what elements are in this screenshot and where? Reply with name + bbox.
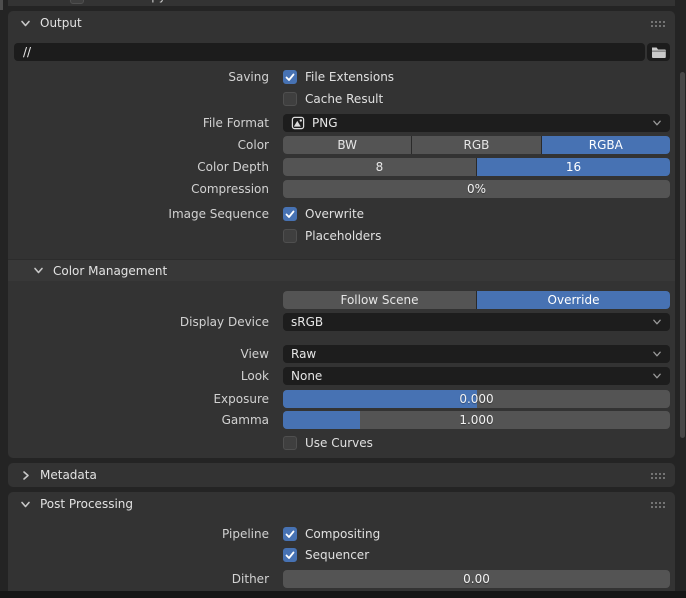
color-bw-button[interactable]: BW (283, 136, 412, 154)
view-dropdown[interactable]: Raw (283, 345, 670, 363)
overwrite-label: Overwrite (305, 206, 365, 221)
compression-value: 0% (466, 182, 487, 196)
clipped-left-widget (0, 0, 3, 10)
file-format-label: File Format (202, 116, 269, 130)
color-management-mode-segmented: Follow Scene Override (283, 291, 670, 309)
color-depth-segmented: 8 16 (283, 158, 670, 176)
panel-grip-handle[interactable] (650, 20, 665, 27)
view-label: View (240, 347, 269, 361)
override-button[interactable]: Override (477, 291, 670, 309)
image-sequence-label: Image Sequence (168, 206, 269, 221)
file-format-dropdown[interactable]: PNG (283, 114, 670, 132)
image-icon (291, 116, 305, 130)
metadata-panel-title: Metadata (40, 468, 97, 482)
placeholders-checkbox[interactable] (283, 228, 297, 243)
exposure-label: Exposure (213, 392, 269, 406)
file-extensions-label: File Extensions (305, 69, 395, 84)
display-device-value: sRGB (291, 315, 324, 329)
output-path-value: // (23, 45, 32, 59)
folder-icon (652, 47, 666, 58)
cache-result-checkbox[interactable] (283, 91, 297, 106)
chevron-right-icon (23, 470, 29, 480)
color-management-title: Color Management (53, 263, 168, 278)
scrollbar[interactable] (679, 0, 685, 591)
metadata-panel-header[interactable]: Metadata (8, 463, 675, 487)
editor-bottom-border (0, 591, 686, 598)
chevron-down-icon (653, 373, 661, 379)
exposure-slider[interactable]: 0.000 (283, 390, 670, 408)
sequencer-label: Sequencer (305, 547, 370, 562)
compression-label: Compression (191, 182, 269, 196)
color-depth-label: Color Depth (197, 160, 269, 174)
output-panel-header[interactable]: Output (8, 11, 675, 35)
color-label: Color (237, 138, 269, 152)
view-value: Raw (291, 347, 317, 361)
display-device-label: Display Device (179, 315, 269, 329)
exposure-value: 0.000 (459, 392, 494, 406)
use-curves-checkbox[interactable] (283, 435, 297, 450)
look-dropdown[interactable]: None (283, 367, 670, 385)
saving-label: Saving (228, 69, 269, 84)
scrollbar-thumb[interactable] (680, 72, 685, 438)
use-curves-label: Use Curves (305, 435, 373, 450)
color-rgb-button[interactable]: RGB (412, 136, 541, 154)
compositing-checkbox[interactable] (283, 526, 297, 541)
pipeline-label: Pipeline (222, 526, 269, 541)
panel-grip-handle[interactable] (650, 472, 665, 479)
chevron-down-icon (653, 120, 661, 126)
panel-grip-handle[interactable] (650, 501, 665, 508)
chevron-down-icon (34, 267, 43, 274)
follow-scene-button[interactable]: Follow Scene (283, 291, 476, 309)
color-depth-16-button[interactable]: 16 (477, 158, 670, 176)
overwrite-checkbox[interactable] (283, 206, 297, 221)
post-processing-panel-title: Post Processing (40, 497, 133, 511)
chevron-down-icon (653, 351, 661, 357)
clipped-panel-stereoscopy: Stereoscopy (8, 0, 675, 6)
gamma-value: 1.000 (459, 413, 494, 427)
chevron-down-icon (21, 20, 30, 26)
look-label: Look (240, 369, 269, 383)
look-value: None (291, 369, 323, 383)
metadata-panel: Metadata (8, 463, 675, 487)
color-rgba-button[interactable]: RGBA (541, 136, 670, 154)
file-format-value: PNG (312, 116, 338, 130)
display-device-dropdown[interactable]: sRGB (283, 313, 670, 331)
chevron-down-icon (653, 319, 661, 325)
placeholders-label: Placeholders (305, 228, 382, 243)
output-panel: Output // Saving File Extensions Cache R… (8, 11, 675, 458)
stereoscopy-label: Stereoscopy (92, 0, 166, 3)
compositing-label: Compositing (305, 526, 381, 541)
output-panel-title: Output (40, 16, 82, 30)
compression-slider[interactable]: 0% (283, 180, 670, 198)
browse-folder-button[interactable] (647, 43, 670, 61)
sequencer-checkbox[interactable] (283, 547, 297, 562)
dither-label: Dither (231, 572, 269, 586)
color-management-subpanel-header[interactable]: Color Management (8, 259, 675, 281)
gamma-slider[interactable]: 1.000 (283, 411, 670, 429)
stereoscopy-checkbox[interactable] (70, 0, 84, 4)
dither-slider[interactable]: 0.00 (283, 570, 670, 588)
post-processing-panel-header[interactable]: Post Processing (8, 492, 675, 516)
cache-result-label: Cache Result (305, 91, 384, 106)
dither-value: 0.00 (463, 572, 490, 586)
chevron-down-icon (21, 501, 30, 507)
post-processing-panel: Post Processing Pipeline Compositing Seq… (8, 492, 675, 596)
color-depth-8-button[interactable]: 8 (283, 158, 476, 176)
color-mode-segmented: BW RGB RGBA (283, 136, 670, 154)
file-extensions-checkbox[interactable] (283, 69, 297, 84)
gamma-label: Gamma (221, 413, 269, 427)
output-path-input[interactable]: // (14, 43, 645, 61)
